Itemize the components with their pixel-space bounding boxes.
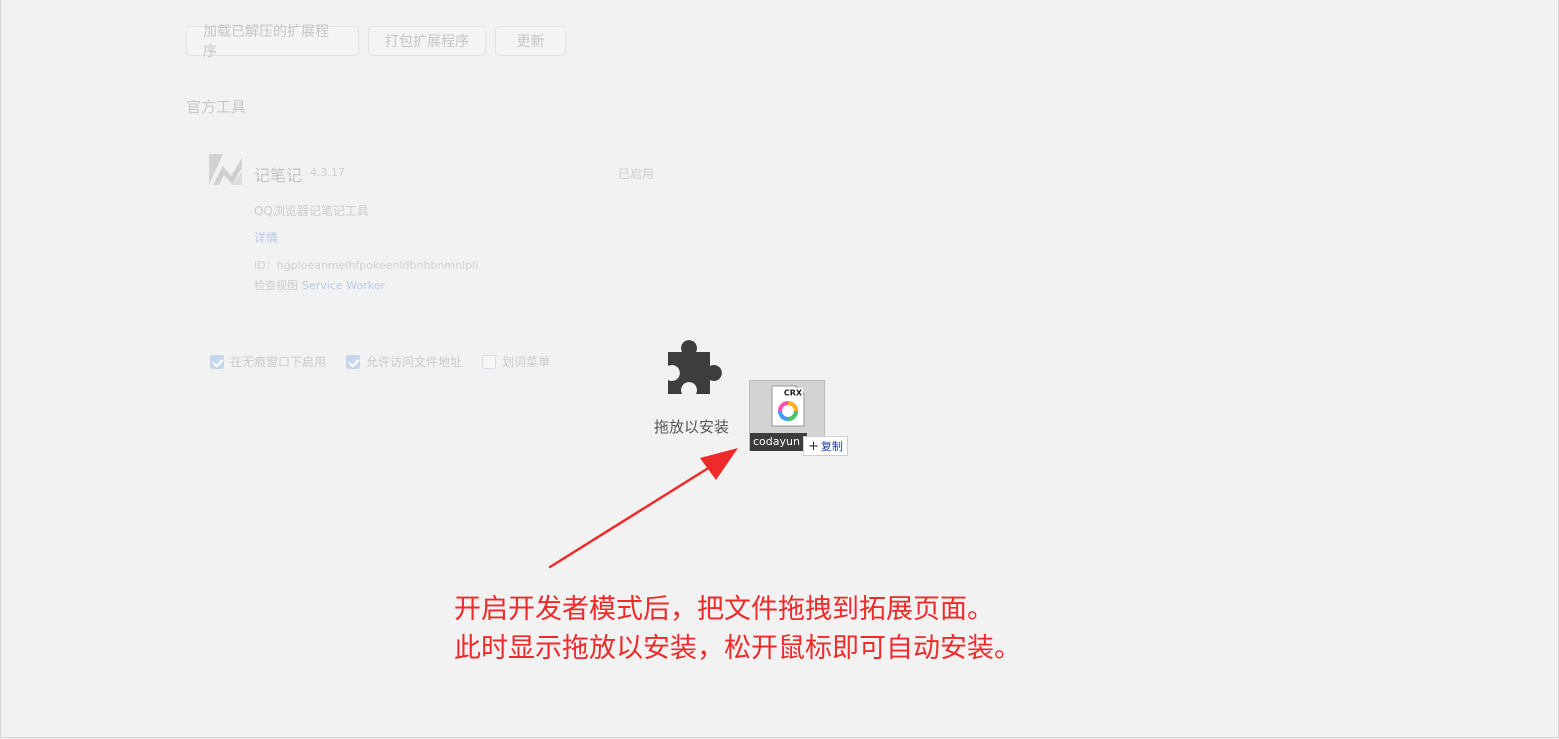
option-file-access[interactable]: 允许访问文件地址 (346, 353, 462, 370)
annotation-text: 开启开发者模式后，把文件拖拽到拓展页面。 此时显示拖放以安装，松开鼠标即可自动安… (454, 590, 1021, 668)
service-worker-link[interactable]: Service Worker (302, 279, 385, 292)
puzzle-piece-icon (668, 340, 722, 394)
extension-id: ID：hgploeanmelhfpokeenldbnhbnmnlpli (254, 259, 479, 272)
incognito-checkbox[interactable] (210, 354, 224, 369)
drop-to-install-label: 拖放以安装 (654, 418, 730, 436)
crx-file-icon: CRX (771, 385, 805, 427)
notes-logo-icon (209, 154, 242, 185)
extension-description: QQ浏览器记笔记工具 (254, 204, 369, 218)
copy-label: 复制 (820, 440, 843, 453)
inspect-label: 检查视图 (254, 279, 298, 292)
section-title: 官方工具 (186, 98, 247, 116)
incognito-label: 在无痕窗口下启用 (230, 355, 327, 369)
extension-name: 记笔记 (254, 166, 303, 185)
toolbar: 加载已解压的扩展程序 打包扩展程序 更新 (186, 24, 566, 60)
context-menu-label: 划词菜单 (502, 355, 551, 369)
option-incognito[interactable]: 在无痕窗口下启用 (210, 353, 326, 370)
file-access-checkbox[interactable] (346, 354, 361, 369)
plus-icon: + (808, 438, 819, 454)
annotation-arrow-icon (548, 448, 738, 569)
copy-badge: + 复制 (803, 436, 848, 456)
inspect-views: 检查视图 Service Worker (254, 277, 385, 293)
file-access-label: 允许访问文件地址 (366, 355, 463, 369)
context-menu-checkbox[interactable] (482, 354, 497, 369)
extension-options: 在无痕窗口下启用 允许访问文件地址 划词菜单 (210, 353, 550, 370)
crx-badge: CRX (784, 389, 803, 398)
annotation-line-1: 开启开发者模式后，把文件拖拽到拓展页面。 (454, 594, 994, 625)
extension-version: 4.3.17 (310, 166, 345, 179)
extension-details-link[interactable]: 详情 (254, 229, 278, 246)
option-context-menu[interactable]: 划词菜单 (482, 353, 550, 370)
extension-status: 已启用 (618, 167, 655, 181)
load-unpacked-button[interactable]: 加载已解压的扩展程序 (186, 24, 359, 60)
update-button[interactable]: 更新 (495, 26, 566, 56)
annotation-line-2: 此时显示拖放以安装，松开鼠标即可自动安装。 (454, 633, 1021, 664)
pack-extension-button[interactable]: 打包扩展程序 (368, 26, 486, 56)
